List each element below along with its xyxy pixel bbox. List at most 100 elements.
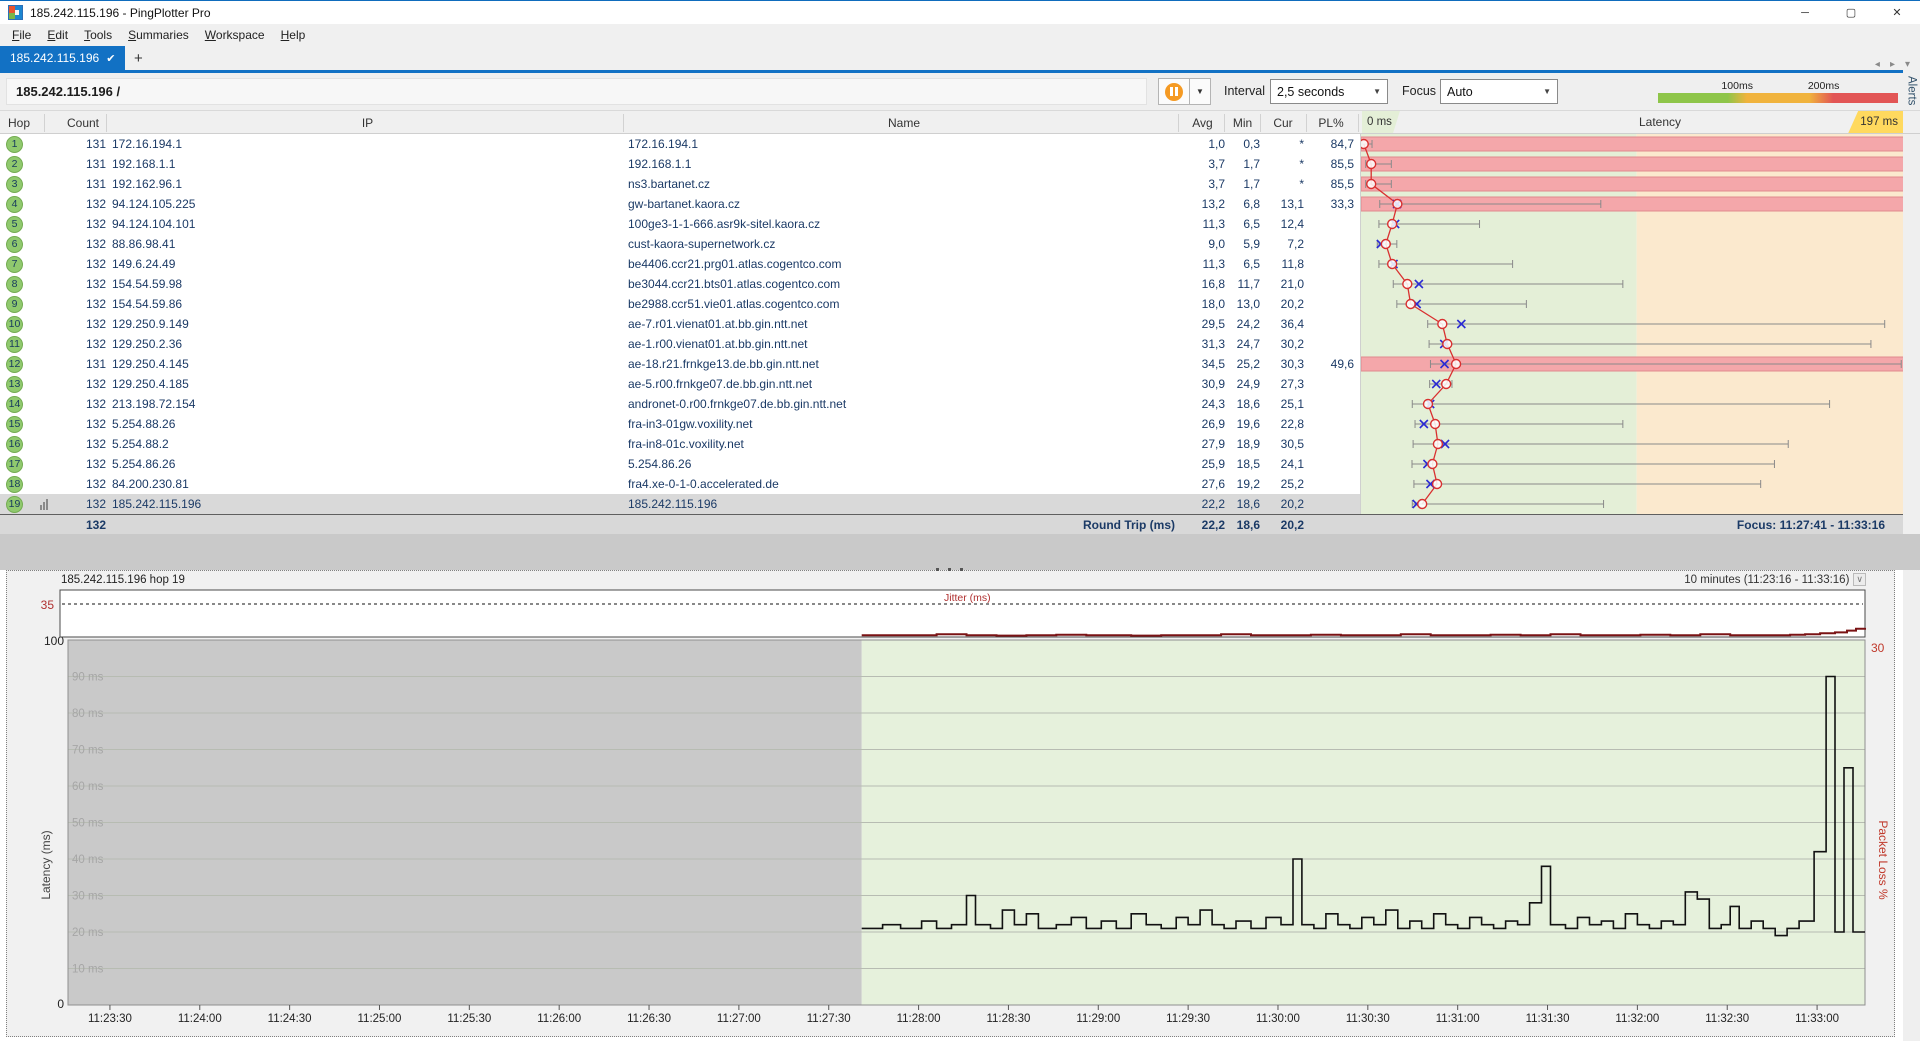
svg-text:11:29:30: 11:29:30 (1166, 1013, 1210, 1025)
column-header-ip[interactable]: IP (112, 111, 623, 135)
column-header-pl[interactable]: PL% (1308, 111, 1354, 135)
hop-packet-loss (1308, 214, 1354, 234)
focus-select[interactable]: Auto▼ (1440, 79, 1558, 104)
hop-name: be2988.ccr51.vie01.atlas.cogentco.com (628, 294, 1168, 314)
svg-text:60 ms: 60 ms (72, 781, 104, 793)
menu-edit[interactable]: Edit (39, 25, 76, 45)
column-header-avg[interactable]: Avg (1180, 111, 1225, 135)
hop-min: 6,5 (1225, 214, 1260, 234)
hop-row-11[interactable]: 11132129.250.2.36ae-1.r00.vienat01.at.bb… (0, 334, 1362, 354)
hop-min: 0,3 (1225, 134, 1260, 154)
hop-cur: 20,2 (1262, 294, 1304, 314)
hop-row-2[interactable]: 2131192.168.1.1192.168.1.13,71,7*85,5 (0, 154, 1362, 174)
hop-packet-loss: 33,3 (1308, 194, 1354, 214)
hop-count: 132 (60, 254, 106, 274)
hop-min: 24,7 (1225, 334, 1260, 354)
column-header-cur[interactable]: Cur (1262, 111, 1304, 135)
svg-text:80 ms: 80 ms (72, 708, 104, 720)
header-divider (1224, 114, 1225, 132)
hop-row-4[interactable]: 413294.124.105.225gw-bartanet.kaora.cz13… (0, 194, 1362, 214)
hop-row-8[interactable]: 8132154.54.59.98be3044.ccr21.bts01.atlas… (0, 274, 1362, 294)
hop-name: 172.16.194.1 (628, 134, 1168, 154)
hop-row-10[interactable]: 10132129.250.9.149ae-7.r01.vienat01.at.b… (0, 314, 1362, 334)
svg-text:10 ms: 10 ms (72, 964, 104, 976)
hop-name: ae-5.r00.frnkge07.de.bb.gin.ntt.net (628, 374, 1168, 394)
hop-row-5[interactable]: 513294.124.104.101100ge3-1-1-666.asr9k-s… (0, 214, 1362, 234)
interval-select[interactable]: 2,5 seconds▼ (1270, 79, 1388, 104)
hop-number-badge: 19 (6, 494, 23, 514)
hop-row-16[interactable]: 161325.254.88.2fra-in8-01c.voxility.net2… (0, 434, 1362, 454)
hop-avg: 3,7 (1180, 154, 1225, 174)
hop-ip: 94.124.105.225 (112, 194, 512, 214)
svg-text:11:33:00: 11:33:00 (1795, 1013, 1839, 1025)
tab-target[interactable]: 185.242.115.196 ✔ (0, 46, 125, 70)
menu-workspace[interactable]: Workspace (197, 25, 273, 45)
hop-row-17[interactable]: 171325.254.86.265.254.86.2625,918,524,1 (0, 454, 1362, 474)
summary-avg: 22,2 (1180, 515, 1225, 535)
column-header-hop[interactable]: Hop (8, 111, 38, 135)
tab-check-icon: ✔ (106, 52, 115, 65)
hop-row-13[interactable]: 13132129.250.4.185ae-5.r00.frnkge07.de.b… (0, 374, 1362, 394)
new-tab-button[interactable]: + (125, 46, 151, 70)
hop-number-badge: 3 (6, 174, 23, 194)
svg-text:11:24:00: 11:24:00 (178, 1013, 222, 1025)
hop-row-19[interactable]: 19132185.242.115.196185.242.115.19622,21… (0, 494, 1362, 514)
column-header-name[interactable]: Name (628, 111, 1180, 135)
panel-splitter[interactable] (0, 534, 1920, 570)
tab-scroll-left-icon[interactable]: ◂ (1875, 59, 1880, 70)
hop-packet-loss: 49,6 (1308, 354, 1354, 374)
hop-row-12[interactable]: 12131129.250.4.145ae-18.r21.frnkge13.de.… (0, 354, 1362, 374)
hop-row-15[interactable]: 151325.254.88.26fra-in3-01gw.voxility.ne… (0, 414, 1362, 434)
hop-min: 18,6 (1225, 394, 1260, 414)
hop-row-7[interactable]: 7132149.6.24.49be4406.ccr21.prg01.atlas.… (0, 254, 1362, 274)
pause-button[interactable] (1158, 78, 1190, 105)
hop-name: fra-in8-01c.voxility.net (628, 434, 1168, 454)
hop-packet-loss (1308, 294, 1354, 314)
svg-text:50 ms: 50 ms (72, 818, 104, 830)
hop-count: 132 (60, 294, 106, 314)
hop-number-badge: 4 (6, 194, 23, 214)
maximize-button[interactable]: ▢ (1828, 1, 1874, 25)
hop-cur: 22,8 (1262, 414, 1304, 434)
hop-count: 131 (60, 154, 106, 174)
hop-min: 18,5 (1225, 454, 1260, 474)
hop-number-badge: 16 (6, 434, 23, 454)
hop-row-3[interactable]: 3131192.162.96.1ns3.bartanet.cz3,71,7*85… (0, 174, 1362, 194)
close-button[interactable]: ✕ (1874, 1, 1920, 25)
hop-name: andronet-0.r00.frnkge07.de.bb.gin.ntt.ne… (628, 394, 1168, 414)
splitter-drag-handle[interactable] (936, 568, 963, 571)
hop-row-18[interactable]: 1813284.200.230.81fra4.xe-0-1-0.accelera… (0, 474, 1362, 494)
tab-list-icon[interactable]: ▾ (1905, 59, 1910, 70)
hop-row-9[interactable]: 9132154.54.59.86be2988.ccr51.vie01.atlas… (0, 294, 1362, 314)
hop-min: 5,9 (1225, 234, 1260, 254)
minimize-button[interactable]: ─ (1782, 1, 1828, 25)
hop-number-badge: 1 (6, 134, 23, 154)
hop-min: 18,6 (1225, 494, 1260, 514)
header-divider (1260, 114, 1261, 132)
hop-packet-loss: 85,5 (1308, 154, 1354, 174)
hop-number-badge: 17 (6, 454, 23, 474)
hop-ip: 5.254.86.26 (112, 454, 512, 474)
menu-file[interactable]: File (4, 25, 39, 45)
hop-ip: 94.124.104.101 (112, 214, 512, 234)
menu-summaries[interactable]: Summaries (120, 25, 197, 45)
tab-scroll-controls: ◂ ▸ ▾ (1875, 59, 1920, 70)
column-header-count[interactable]: Count (60, 111, 106, 135)
hop-row-14[interactable]: 14132213.198.72.154andronet-0.r00.frnkge… (0, 394, 1362, 414)
app-logo-icon (8, 5, 23, 20)
pause-dropdown-button[interactable]: ▼ (1190, 78, 1211, 105)
menu-tools[interactable]: Tools (76, 25, 120, 45)
hop-avg: 1,0 (1180, 134, 1225, 154)
header-divider (44, 114, 45, 132)
hop-min: 24,2 (1225, 314, 1260, 334)
hop-count: 132 (60, 474, 106, 494)
hop-row-6[interactable]: 613288.86.98.41cust-kaora-supernetwork.c… (0, 234, 1362, 254)
menu-help[interactable]: Help (273, 25, 314, 45)
hop-ip: 5.254.88.2 (112, 434, 512, 454)
target-address-field[interactable]: 185.242.115.196 / (6, 78, 1147, 105)
tab-scroll-right-icon[interactable]: ▸ (1890, 59, 1895, 70)
column-header-min[interactable]: Min (1225, 111, 1260, 135)
svg-text:11:29:00: 11:29:00 (1076, 1013, 1120, 1025)
hop-packet-loss (1308, 334, 1354, 354)
hop-row-1[interactable]: 1131172.16.194.1172.16.194.11,00,3*84,7 (0, 134, 1362, 154)
